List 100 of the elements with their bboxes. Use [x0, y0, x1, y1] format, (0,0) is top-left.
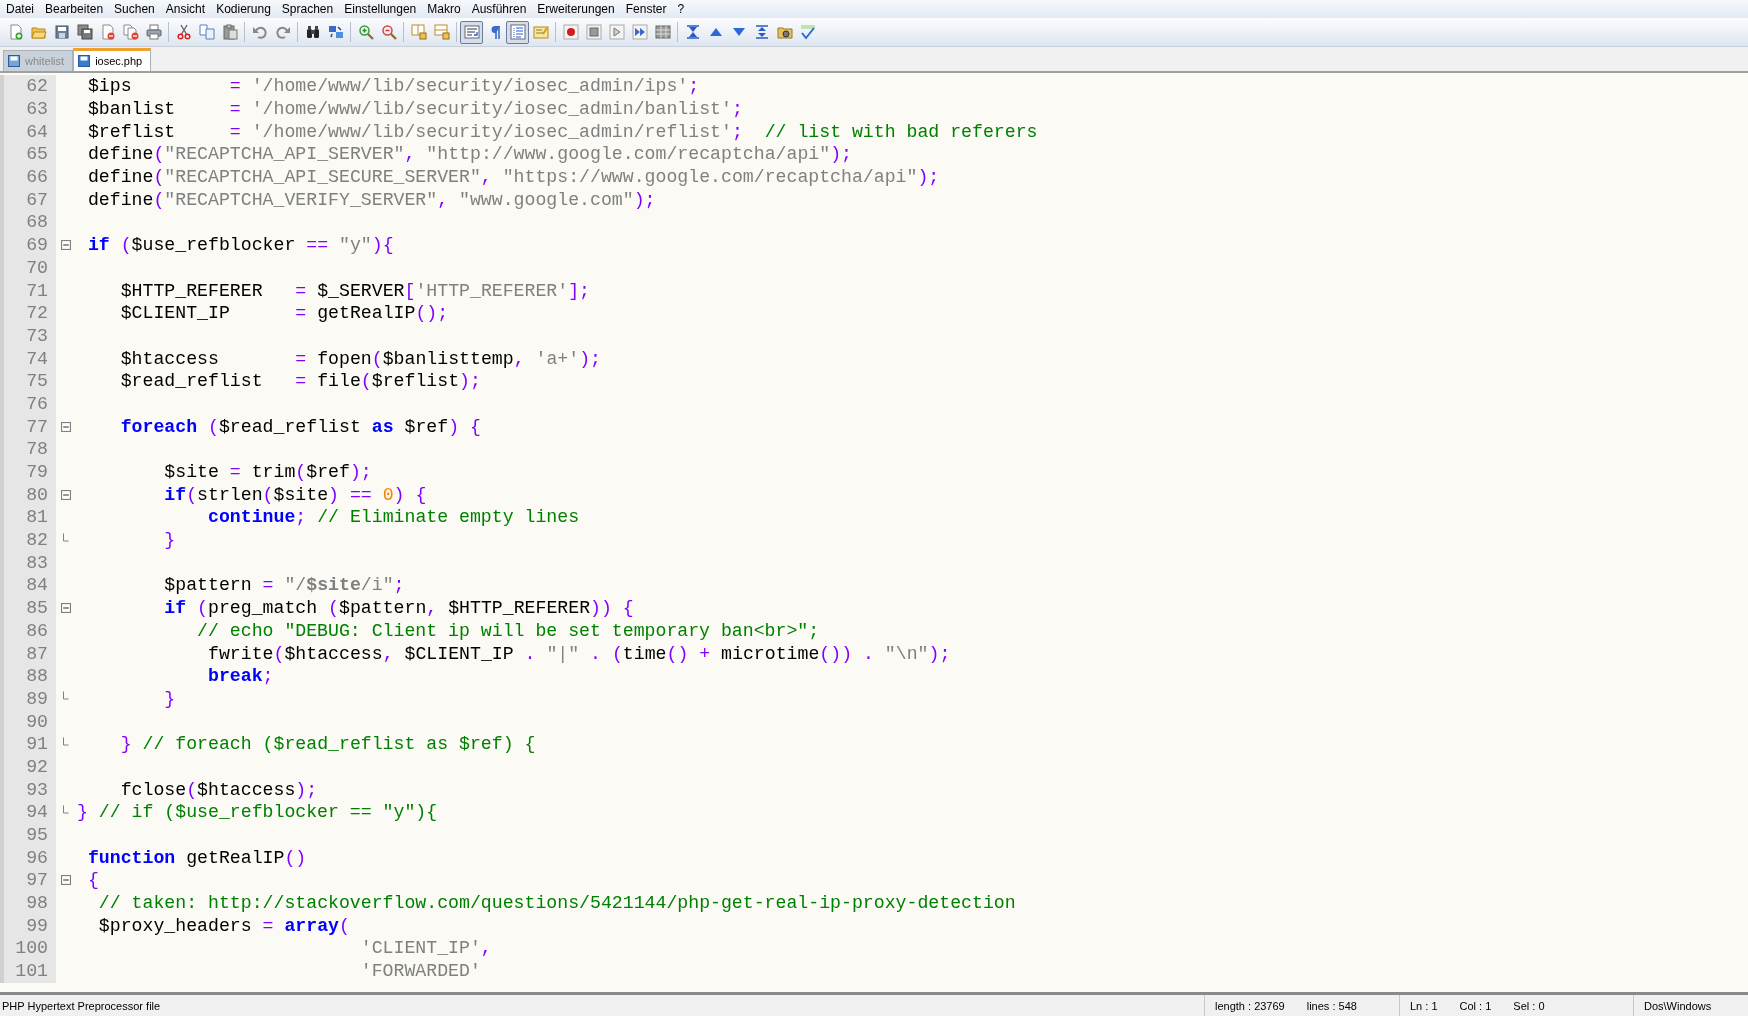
copy-icon[interactable]	[198, 24, 215, 40]
document-map-icon[interactable]	[532, 24, 549, 40]
expand-icon[interactable]	[753, 24, 770, 40]
fold-end-icon	[62, 691, 69, 701]
word-wrap-button[interactable]	[460, 20, 483, 44]
undo-icon[interactable]	[251, 24, 268, 40]
code-line: fclose($htaccess);	[120, 779, 318, 800]
length-label: length : 23769	[1215, 999, 1285, 1012]
line-number: 87	[0, 642, 56, 665]
code-line: define("RECAPTCHA_API_SERVER", "http://www.google.com/recaptcha/api");	[87, 144, 852, 165]
word-wrap-icon	[463, 24, 480, 40]
code-line: define("RECAPTCHA_VERIFY_SERVER", "www.google.com");	[87, 189, 656, 210]
code-line: if(strlen($site) == 0) {	[164, 484, 427, 505]
redo-icon[interactable]	[274, 24, 291, 40]
line-number: 83	[0, 551, 56, 575]
line-number: 63	[0, 97, 56, 121]
line-number: 97	[0, 869, 56, 892]
collapse-icon[interactable]	[60, 240, 71, 251]
code-line: function getRealIP()	[87, 847, 307, 868]
stop-icon[interactable]	[585, 24, 602, 40]
line-number: 73	[0, 324, 56, 348]
folder-cog-icon[interactable]	[776, 24, 793, 40]
play-icon[interactable]	[608, 24, 625, 40]
line-number: 65	[0, 143, 56, 166]
collapse-icon[interactable]	[60, 421, 71, 432]
close-file-icon[interactable]	[99, 24, 116, 40]
collapse-icon[interactable]	[60, 603, 71, 614]
zoom-out-icon[interactable]	[380, 24, 397, 40]
menu-item[interactable]: Fenster	[620, 1, 673, 17]
horizontal-sync-icon[interactable]	[433, 24, 450, 40]
code-line: fwrite($htaccess, $CLIENT_IP . "|" . (time() + microtime()) . "\n");	[208, 643, 951, 664]
line-number: 80	[0, 483, 56, 507]
clipboard-icon[interactable]	[221, 24, 238, 40]
line-number: 81	[0, 506, 56, 529]
code-line: 'FORWARDED'	[360, 961, 481, 982]
line-number: 77	[0, 415, 56, 438]
code-line: {	[87, 870, 99, 891]
menu-item[interactable]: Ausführen	[466, 1, 533, 17]
menu-item[interactable]: Suchen	[109, 1, 161, 17]
line-number: 100	[0, 937, 56, 960]
menu-item[interactable]: Ansicht	[160, 1, 212, 17]
close-all-icon[interactable]	[122, 24, 139, 40]
line-number: 96	[0, 846, 56, 870]
indent-guide-icon	[509, 24, 526, 40]
line-label: Ln : 1	[1410, 999, 1438, 1012]
line-number: 72	[0, 301, 56, 325]
floppy-icon	[8, 55, 20, 67]
fast-forward-icon[interactable]	[631, 24, 648, 40]
menu-item[interactable]: Datei	[1, 1, 40, 17]
line-number: 74	[0, 347, 56, 370]
collapse-icon[interactable]	[60, 875, 71, 886]
code-line: $pattern = "/$site/i";	[164, 575, 405, 596]
printer-icon[interactable]	[145, 24, 162, 40]
folder-icon[interactable]	[30, 24, 47, 40]
code-line: $htaccess = fopen($banlisttemp, 'a+');	[120, 348, 601, 369]
collapse-icon[interactable]	[60, 489, 71, 500]
line-number: 68	[0, 211, 56, 234]
menu-item[interactable]: ?	[672, 1, 691, 17]
record-icon[interactable]	[562, 24, 579, 40]
line-number: 78	[0, 438, 56, 461]
line-number: 66	[0, 165, 56, 189]
menu-item[interactable]: Einstellungen	[339, 1, 423, 17]
code-line: $site = trim($ref);	[164, 462, 372, 483]
scissors-icon[interactable]	[175, 24, 192, 40]
code-line: $CLIENT_IP = getRealIP();	[120, 303, 449, 324]
new-file-icon[interactable]	[7, 24, 24, 40]
indent-guide-button[interactable]	[506, 20, 529, 44]
vertical-sync-icon[interactable]	[410, 24, 427, 40]
line-number: 76	[0, 392, 56, 416]
code-editor[interactable]	[0, 73, 1748, 992]
line-number: 82	[0, 528, 56, 552]
zoom-in-icon[interactable]	[357, 24, 374, 40]
spell-check-icon[interactable]	[799, 24, 816, 40]
line-number: 92	[0, 755, 56, 779]
replace-icon[interactable]	[327, 24, 344, 40]
code-line: continue; // Eliminate empty lines	[208, 507, 580, 528]
line-number: 101	[0, 959, 56, 983]
collapse-icon[interactable]	[684, 24, 701, 40]
save-all-icon[interactable]	[76, 24, 93, 40]
line-number: 62	[0, 75, 56, 98]
menu-item[interactable]: Sprachen	[276, 1, 340, 17]
code-line: }	[164, 530, 176, 551]
menu-item[interactable]: Makro	[422, 1, 467, 17]
line-number: 64	[0, 120, 56, 144]
file-tab[interactable]: iosec.php	[73, 48, 152, 71]
menu-item[interactable]: Erweiterungen	[532, 1, 621, 17]
floppy-icon	[78, 55, 91, 67]
code-line: 'CLIENT_IP',	[360, 938, 492, 959]
save-icon[interactable]	[53, 24, 70, 40]
line-number: 99	[0, 914, 56, 938]
line-number: 91	[0, 732, 56, 756]
line-number: 94	[0, 801, 56, 824]
grid-icon[interactable]	[654, 24, 671, 40]
binoculars-icon[interactable]	[304, 24, 321, 40]
menu-item[interactable]: Kodierung	[211, 1, 277, 17]
menu-item[interactable]: Bearbeiten	[40, 1, 110, 17]
column-label: Col : 1	[1459, 999, 1492, 1012]
code-line: $reflist = '/home/www/lib/security/iosec_admin/reflist'; // list with bad referers	[87, 121, 1038, 142]
code-line: foreach ($read_reflist as $ref) {	[120, 416, 481, 437]
code-line: if ($use_refblocker == "y"){	[87, 235, 394, 256]
